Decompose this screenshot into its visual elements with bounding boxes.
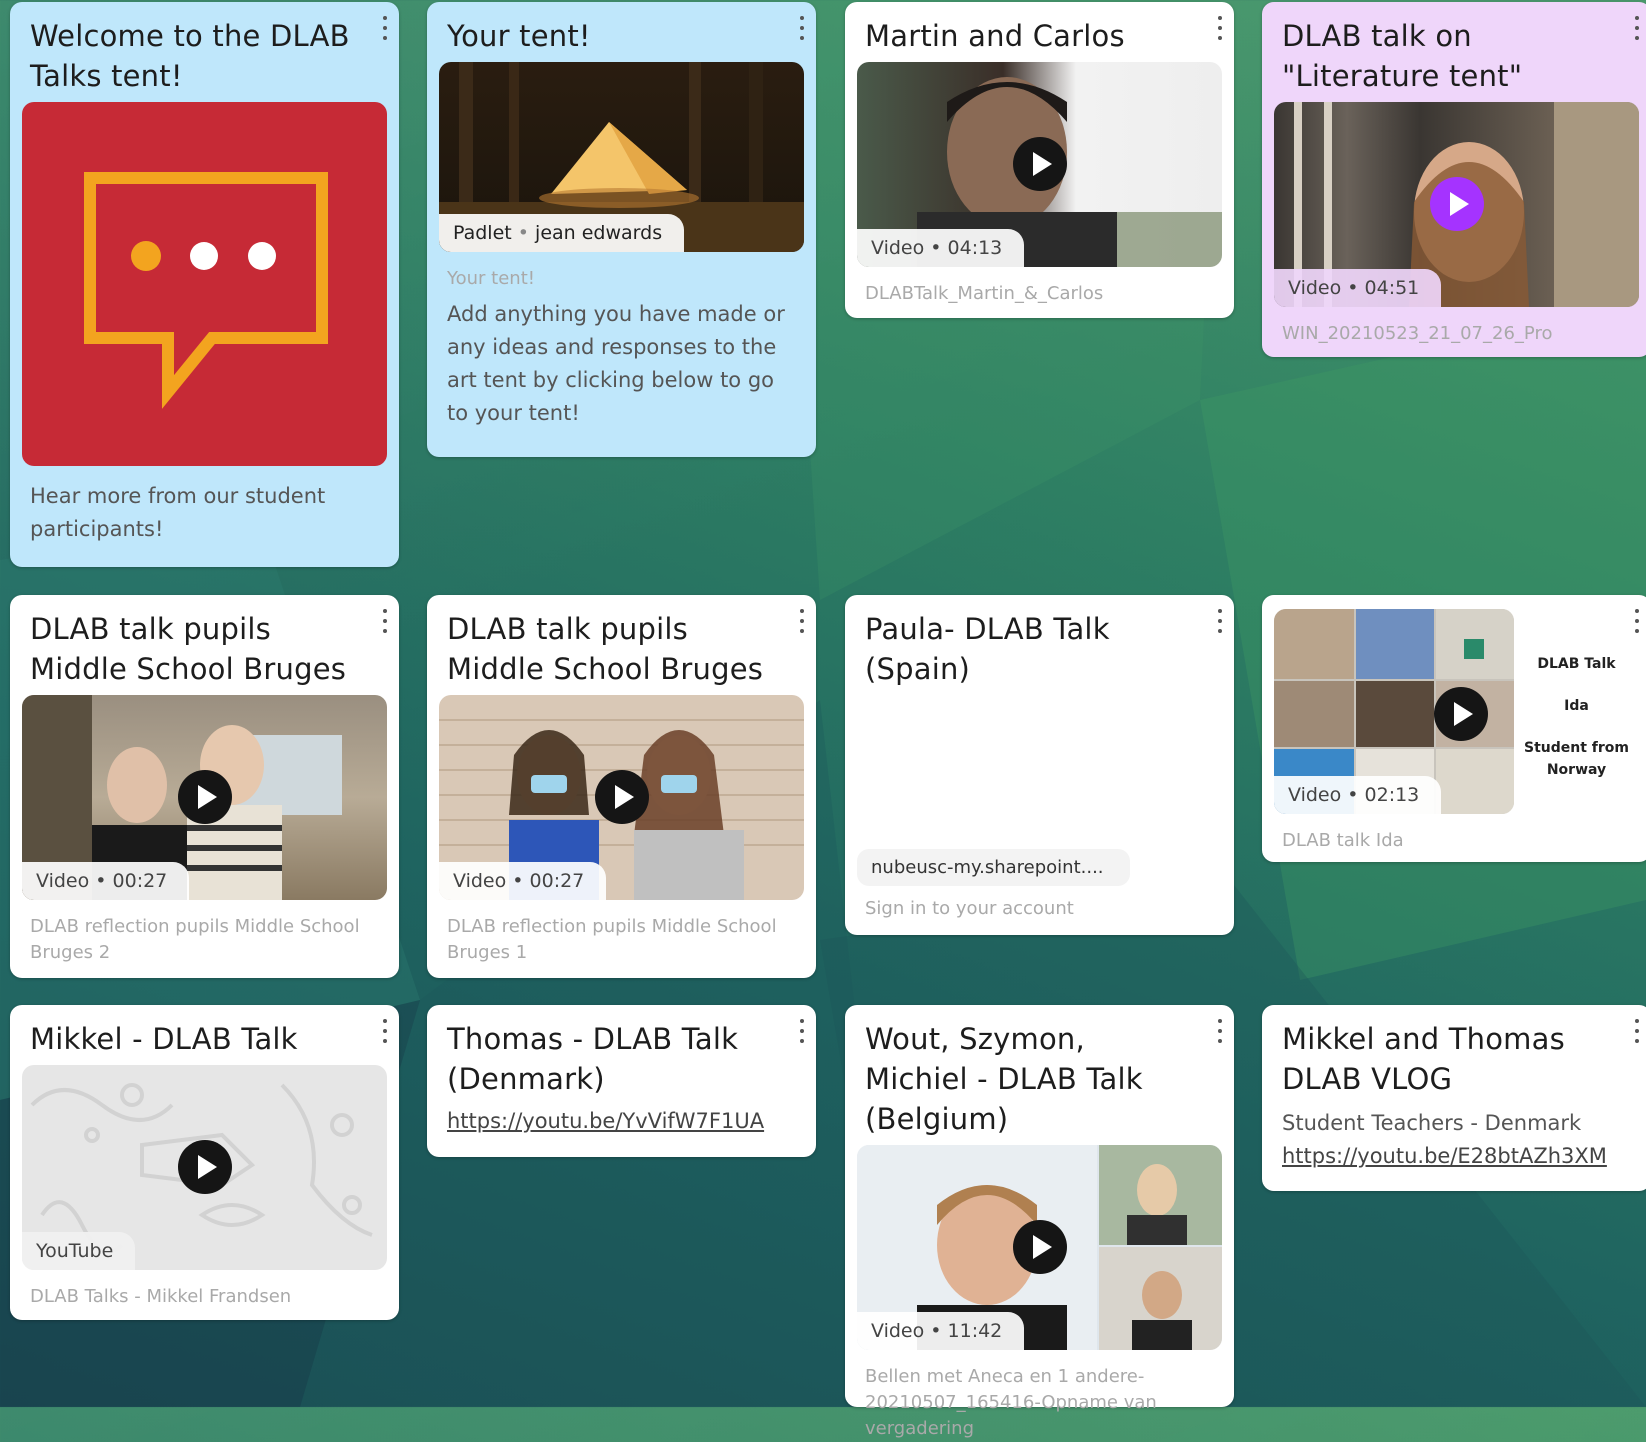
card-caption[interactable]: Sign in to your account: [865, 896, 1214, 922]
wout-szymon-michiel-card[interactable]: Wout, Szymon, Michiel - DLAB Talk (Belgi…: [845, 1005, 1234, 1439]
video-badge: Video • 00:27: [439, 862, 607, 900]
card-body: Add anything you have made or any ideas …: [447, 302, 785, 425]
card-title: Martin and Carlos: [865, 19, 1125, 53]
tent-image[interactable]: Padlet • jean edwards: [439, 62, 804, 252]
card-menu-icon[interactable]: [1633, 16, 1641, 40]
video-badge: Video • 04:13: [857, 229, 1025, 267]
video-badge: Video • 00:27: [22, 862, 190, 900]
video-thumbnail[interactable]: Video • 04:51: [1274, 102, 1639, 307]
card-menu-icon[interactable]: [381, 609, 389, 633]
card-caption: DLAB reflection pupils Middle School Bru…: [447, 916, 777, 963]
title-slide: DLAB Talk Ida Student from Norway: [1514, 609, 1639, 814]
card-menu-icon[interactable]: [798, 609, 806, 633]
play-icon[interactable]: [595, 770, 649, 824]
chat-bubble-image: [22, 102, 387, 466]
play-icon[interactable]: [1430, 177, 1484, 231]
card-title: DLAB talk pupils Middle School Bruges: [30, 612, 347, 686]
video-thumbnail[interactable]: Video • 00:27: [439, 695, 804, 900]
video-badge: Video • 02:13: [1274, 776, 1442, 814]
youtube-link[interactable]: https://youtu.be/E28btAZh3XM: [1282, 1140, 1631, 1173]
slide-line: Ida: [1564, 698, 1589, 714]
paula-card[interactable]: Paula- DLAB Talk (Spain) nubeusc-my.shar…: [845, 595, 1234, 935]
source-badge: Padlet • jean edwards: [439, 214, 685, 252]
youtube-link[interactable]: https://youtu.be/YvVifW7F1UA: [447, 1105, 796, 1138]
card-title: Mikkel - DLAB Talk: [30, 1022, 298, 1056]
card-menu-icon[interactable]: [1216, 609, 1224, 633]
card-title: Thomas - DLAB Talk (Denmark): [447, 1022, 739, 1096]
play-icon[interactable]: [1013, 137, 1067, 191]
card-caption: Bellen met Aneca en 1 andere-20210507_16…: [865, 1366, 1157, 1439]
your-tent-card[interactable]: Your tent! Padlet • jean edwards Your te…: [427, 2, 816, 457]
card-title: Paula- DLAB Talk (Spain): [865, 612, 1110, 686]
card-caption: WIN_20210523_21_07_26_Pro: [1282, 323, 1553, 344]
card-menu-icon[interactable]: [798, 16, 806, 40]
card-caption: DLAB talk Ida: [1282, 830, 1404, 851]
welcome-card[interactable]: Welcome to the DLAB Talks tent! Hear mor…: [10, 2, 399, 567]
link-domain-chip[interactable]: nubeusc-my.sharepoint....: [857, 849, 1130, 886]
video-thumbnail[interactable]: Video • 11:42: [857, 1145, 1222, 1350]
video-badge: YouTube: [22, 1232, 136, 1270]
video-thumbnail[interactable]: YouTube: [22, 1065, 387, 1270]
ida-card[interactable]: Video • 02:13 DLAB Talk Ida Student from…: [1262, 595, 1646, 862]
bruges-1-card[interactable]: DLAB talk pupils Middle School Bruges Vi…: [427, 595, 816, 978]
play-icon[interactable]: [178, 770, 232, 824]
card-menu-icon[interactable]: [381, 16, 389, 40]
card-title: Mikkel and Thomas DLAB VLOG: [1282, 1022, 1565, 1096]
card-caption: DLAB Talks - Mikkel Frandsen: [30, 1286, 292, 1307]
vlog-card[interactable]: Mikkel and Thomas DLAB VLOG Student Teac…: [1262, 1005, 1646, 1191]
card-body: Hear more from our student participants!: [30, 484, 326, 541]
card-menu-icon[interactable]: [1633, 609, 1641, 633]
play-icon[interactable]: [1434, 687, 1488, 741]
thomas-card[interactable]: Thomas - DLAB Talk (Denmark) https://you…: [427, 1005, 816, 1157]
chat-bubble-icon: [84, 172, 328, 409]
card-title: Welcome to the DLAB Talks tent!: [30, 19, 350, 93]
literature-tent-card[interactable]: DLAB talk on "Literature tent" Video • 0…: [1262, 2, 1646, 357]
video-thumbnail[interactable]: Video • 02:13: [1274, 609, 1514, 814]
card-subtitle: Student Teachers - Denmark: [1282, 1111, 1582, 1135]
play-icon[interactable]: [178, 1140, 232, 1194]
card-caption: Your tent!: [447, 268, 535, 289]
card-menu-icon[interactable]: [1216, 1019, 1224, 1043]
card-menu-icon[interactable]: [1633, 1019, 1641, 1043]
card-menu-icon[interactable]: [381, 1019, 389, 1043]
mikkel-card[interactable]: Mikkel - DLAB Talk YouTube DLAB Talks - …: [10, 1005, 399, 1320]
card-menu-icon[interactable]: [1216, 16, 1224, 40]
video-badge: Video • 04:51: [1274, 269, 1442, 307]
play-icon[interactable]: [1013, 1220, 1067, 1274]
video-thumbnail[interactable]: Video • 04:13: [857, 62, 1222, 267]
card-title: Wout, Szymon, Michiel - DLAB Talk (Belgi…: [865, 1022, 1143, 1136]
slide-line: Student from Norway: [1524, 740, 1629, 778]
video-thumbnail[interactable]: Video • 00:27: [22, 695, 387, 900]
bruges-2-card[interactable]: DLAB talk pupils Middle School Bruges Vi…: [10, 595, 399, 978]
card-title: DLAB talk pupils Middle School Bruges: [447, 612, 764, 686]
card-title: Your tent!: [447, 19, 591, 53]
card-title: DLAB talk on "Literature tent": [1282, 19, 1523, 93]
video-badge: Video • 11:42: [857, 1312, 1025, 1350]
card-menu-icon[interactable]: [798, 1019, 806, 1043]
card-caption: DLABTalk_Martin_&_Carlos: [865, 283, 1104, 304]
card-caption: DLAB reflection pupils Middle School Bru…: [30, 916, 360, 963]
slide-line: DLAB Talk: [1537, 656, 1616, 672]
martin-carlos-card[interactable]: Martin and Carlos Video • 04:13 DLABTalk…: [845, 2, 1234, 318]
